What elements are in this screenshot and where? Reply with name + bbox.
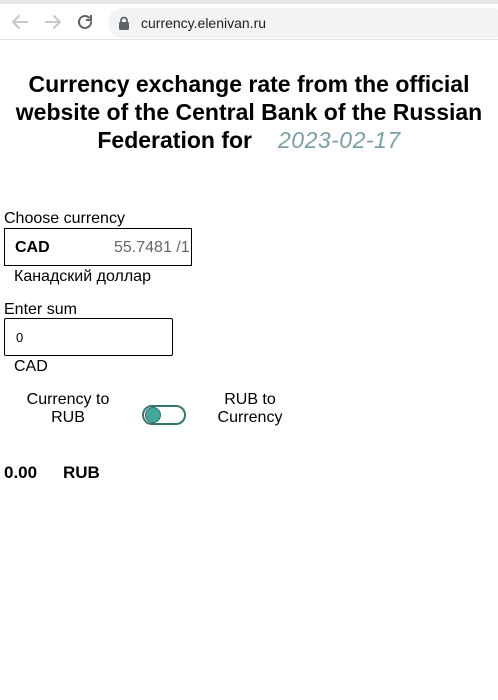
rate-date: 2023-02-17 — [277, 127, 401, 153]
browser-toolbar: currency.elenivan.ru — [0, 0, 498, 40]
direction-toggle[interactable] — [142, 405, 186, 425]
reload-icon[interactable] — [74, 12, 96, 32]
page-title: Currency exchange rate from the official… — [0, 70, 498, 154]
selected-currency-rate: 55.7481 /1 — [114, 239, 190, 256]
title-text: Currency exchange rate from the official… — [15, 71, 483, 153]
result-amount: 0.00 — [4, 463, 38, 482]
sum-input[interactable] — [4, 318, 173, 356]
currency-select[interactable]: CAD 55.7481 /1 — [4, 228, 192, 266]
arrow-right-icon[interactable] — [42, 12, 64, 32]
choose-currency-label: Choose currency — [4, 210, 125, 227]
currency-to-rub-label: Currency to RUB — [26, 391, 110, 426]
url-text[interactable]: currency.elenivan.ru — [141, 15, 266, 31]
currency-name: Канадский доллар — [14, 268, 151, 285]
enter-sum-label: Enter sum — [4, 301, 77, 318]
sum-currency-code: CAD — [14, 358, 48, 375]
arrow-left-icon[interactable] — [9, 12, 31, 32]
toggle-knob — [145, 407, 161, 423]
result-currency: RUB — [63, 463, 100, 482]
selected-currency-code: CAD — [15, 239, 50, 256]
rub-to-currency-label: RUB to Currency — [217, 391, 283, 426]
lock-icon — [118, 16, 130, 30]
